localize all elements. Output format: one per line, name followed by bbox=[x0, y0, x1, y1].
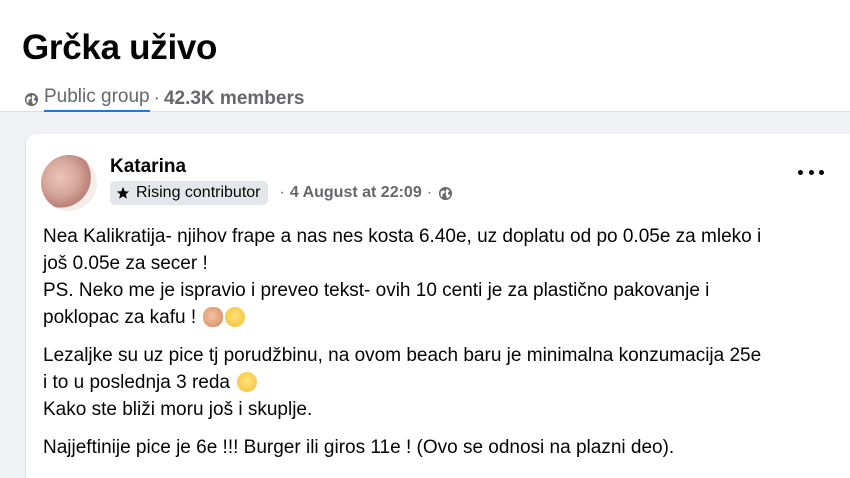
post-line: PS. Neko me je ispravio i preveo tekst- … bbox=[43, 280, 710, 301]
globe-icon bbox=[24, 92, 39, 106]
post-line: poklopac za kafu ! bbox=[43, 307, 197, 328]
post-line-wrap: i to u poslednja 3 reda bbox=[43, 369, 843, 396]
post-timestamp[interactable]: 4 August at 22:09 bbox=[290, 184, 422, 202]
post-body: Nea Kalikratija- njihov frape a nas nes … bbox=[43, 223, 843, 472]
group-meta: Public group · 42.3K members bbox=[24, 86, 304, 112]
more-options-icon[interactable] bbox=[798, 164, 824, 180]
post-line-wrap: poklopac za kafu ! bbox=[43, 304, 843, 331]
post-paragraph: Najjeftinije pice je 6e !!! Burger ili g… bbox=[43, 434, 843, 461]
post-card: Katarina Rising contributor · 4 August a… bbox=[26, 134, 850, 478]
post-line: Najjeftinije pice je 6e !!! Burger ili g… bbox=[43, 437, 675, 458]
globe-icon bbox=[438, 186, 453, 200]
author-avatar[interactable] bbox=[41, 155, 97, 211]
post-meta: Rising contributor · 4 August at 22:09 · bbox=[110, 181, 453, 205]
meta-separator: · bbox=[426, 184, 433, 201]
group-members-count[interactable]: 42.3K members bbox=[164, 88, 304, 110]
group-header: Grčka uživo Public group · 42.3K members bbox=[0, 0, 850, 112]
clapping-hands-emoji-icon bbox=[203, 307, 224, 327]
post-line: i to u poslednja 3 reda bbox=[43, 372, 230, 393]
meta-separator: · bbox=[279, 184, 285, 201]
post-line: Kako ste bliži moru još i skuplje. bbox=[43, 399, 313, 420]
contributor-badge[interactable]: Rising contributor bbox=[110, 181, 268, 205]
group-title[interactable]: Grčka uživo bbox=[22, 28, 217, 68]
post-paragraph: Lezaljke su uz pice tj porudžbinu, na ov… bbox=[43, 342, 843, 423]
post-line: Nea Kalikratija- njihov frape a nas nes … bbox=[43, 226, 762, 247]
post-line: Lezaljke su uz pice tj porudžbinu, na ov… bbox=[43, 345, 762, 366]
post-line: još 0.05e za secer ! bbox=[43, 253, 208, 274]
eye-roll-emoji-icon bbox=[225, 307, 246, 327]
smirk-emoji-icon bbox=[237, 372, 258, 392]
meta-separator: · bbox=[153, 88, 160, 109]
post-paragraph: Nea Kalikratija- njihov frape a nas nes … bbox=[43, 223, 843, 331]
badge-label: Rising contributor bbox=[136, 184, 261, 201]
author-name[interactable]: Katarina bbox=[110, 156, 186, 178]
group-privacy-link[interactable]: Public group bbox=[44, 86, 150, 112]
star-icon bbox=[116, 186, 130, 199]
